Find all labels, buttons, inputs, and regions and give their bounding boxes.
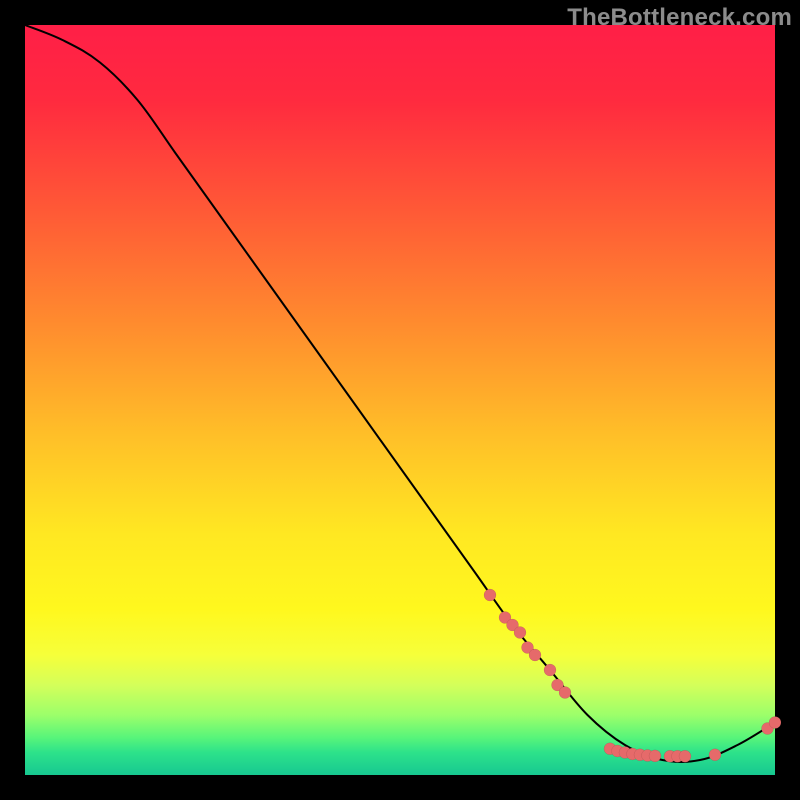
bottleneck-curve-line bbox=[25, 25, 775, 762]
curve-marker bbox=[514, 627, 526, 639]
curve-markers bbox=[484, 589, 781, 762]
curve-marker bbox=[544, 664, 556, 676]
watermark-label: TheBottleneck.com bbox=[567, 4, 792, 32]
chart-svg bbox=[25, 25, 775, 775]
curve-marker bbox=[709, 749, 721, 761]
chart-frame: TheBottleneck.com bbox=[0, 0, 800, 800]
curve-marker bbox=[769, 717, 781, 729]
curve-marker bbox=[529, 649, 541, 661]
curve-marker bbox=[559, 687, 571, 699]
curve-marker bbox=[679, 750, 691, 762]
curve-marker bbox=[649, 750, 661, 762]
chart-plot-area bbox=[25, 25, 775, 775]
curve-marker bbox=[484, 589, 496, 601]
